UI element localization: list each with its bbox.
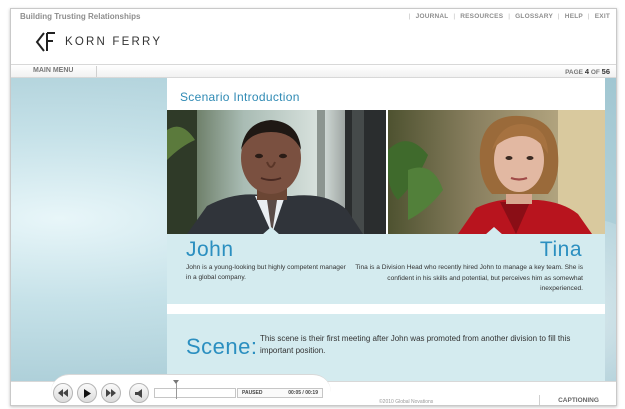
captioning-button[interactable]: CAPTIONING <box>539 395 616 405</box>
course-window: Building Trusting Relationships | JOURNA… <box>10 8 617 406</box>
rewind-icon <box>58 389 68 397</box>
john-notch <box>262 227 280 235</box>
playback-state: PAUSED <box>242 390 263 396</box>
korn-ferry-logo: KORN FERRY <box>35 32 162 52</box>
tina-photo <box>386 110 605 234</box>
character-photos <box>167 110 605 234</box>
logo-text: KORN FERRY <box>65 36 163 48</box>
tina-name: Tina <box>539 238 582 261</box>
fast-forward-button[interactable] <box>101 383 121 403</box>
course-title: Building Trusting Relationships <box>20 12 141 21</box>
menu-bar: MAIN MENU PAGE 4 OF 56 <box>11 64 616 78</box>
progress-scrubber[interactable] <box>154 388 236 398</box>
tina-notch <box>485 227 503 235</box>
scrubber-position <box>175 383 177 399</box>
page-total: 56 <box>601 67 610 76</box>
nav-help[interactable]: HELP <box>565 13 583 20</box>
page-indicator: PAGE 4 OF 56 <box>565 67 610 76</box>
scenario-panel: Scenario Introduction John John is a you… <box>167 78 605 390</box>
fast-forward-icon <box>106 389 116 397</box>
content-stage: Scenario Introduction John John is a you… <box>11 78 616 405</box>
character-descriptions: John John is a young-looking but highly … <box>167 227 605 304</box>
play-icon <box>84 388 91 398</box>
scene-text: This scene is their first meeting after … <box>260 334 571 355</box>
page-label: PAGE <box>565 69 584 76</box>
scene-label: Scene: <box>186 334 258 359</box>
nav-exit[interactable]: EXIT <box>595 13 610 20</box>
john-description: John is a young-looking but highly compe… <box>186 264 346 281</box>
john-photo <box>167 110 386 234</box>
play-button[interactable] <box>77 383 97 403</box>
top-nav: | JOURNAL | RESOURCES | GLOSSARY | HELP … <box>408 13 610 20</box>
john-name: John <box>186 238 234 261</box>
nav-resources[interactable]: RESOURCES <box>460 13 503 20</box>
page-current: 4 <box>584 67 589 76</box>
playback-status: PAUSED 00:05 / 00:19 <box>237 388 323 398</box>
nav-journal[interactable]: JOURNAL <box>416 13 449 20</box>
scenario-title: Scenario Introduction <box>180 90 300 104</box>
rewind-button[interactable] <box>53 383 73 403</box>
tina-description: Tina is a Division Head who recently hir… <box>355 264 583 292</box>
nav-glossary[interactable]: GLOSSARY <box>515 13 553 20</box>
korn-ferry-mark-icon <box>35 32 55 52</box>
main-menu-button[interactable]: MAIN MENU <box>33 67 73 74</box>
page-of: OF <box>590 69 600 76</box>
menu-divider <box>96 66 97 77</box>
playback-time: 00:05 / 00:19 <box>288 390 318 396</box>
copyright: ©2010 Global Novations <box>379 399 434 405</box>
speaker-icon <box>134 388 142 398</box>
volume-button[interactable] <box>129 383 149 403</box>
